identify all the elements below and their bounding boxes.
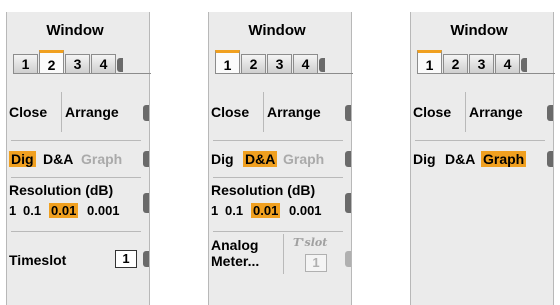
tab-scroll-icon[interactable] (319, 58, 325, 72)
row-edge-icon (143, 251, 149, 267)
mode-da-button[interactable]: D&A (43, 151, 73, 167)
tab-scroll-icon[interactable] (117, 58, 123, 72)
tab-2[interactable]: 2 (241, 54, 266, 74)
action-divider (61, 92, 62, 132)
divider (415, 140, 545, 141)
tab-2[interactable]: 2 (443, 54, 468, 74)
analog-meter-line2: Meter... (211, 253, 260, 269)
panel-title: Window (450, 22, 508, 39)
tab-4[interactable]: 4 (293, 54, 318, 74)
mode-graph-button[interactable]: Graph (283, 151, 324, 167)
row-edge-icon (547, 151, 553, 167)
resolution-0.01-button[interactable]: 0.01 (251, 203, 281, 218)
resolution-0.001-button[interactable]: 0.001 (289, 203, 322, 218)
meter-divider (283, 234, 284, 274)
arrange-button[interactable]: Arrange (469, 104, 523, 120)
window-panel-1: Window 1 2 3 4 Close Arrange Dig D&A Gra… (6, 12, 151, 305)
tslot-label: T'slot (293, 236, 328, 249)
mode-da-button[interactable]: D&A (445, 151, 475, 167)
resolution-0.1-button[interactable]: 0.1 (225, 203, 243, 218)
tab-1[interactable]: 1 (417, 50, 442, 74)
tab-2[interactable]: 2 (39, 50, 64, 74)
mode-graph-button[interactable]: Graph (481, 151, 527, 167)
mode-da-button[interactable]: D&A (243, 151, 278, 167)
panel-title: Window (248, 22, 306, 39)
tab-3[interactable]: 3 (65, 54, 90, 74)
resolution-0.01-button[interactable]: 0.01 (49, 203, 79, 218)
resolution-0.1-button[interactable]: 0.1 (23, 203, 41, 218)
tab-3[interactable]: 3 (267, 54, 292, 74)
tab-4[interactable]: 4 (495, 54, 520, 74)
tab-1[interactable]: 1 (215, 50, 240, 74)
action-divider (263, 92, 264, 132)
window-panel-2: Window 1 2 3 4 Close Arrange Dig D&A Gra… (208, 12, 353, 305)
mode-dig-button[interactable]: Dig (9, 151, 36, 167)
divider (11, 140, 141, 141)
close-button[interactable]: Close (413, 104, 451, 120)
action-divider (465, 92, 466, 132)
divider (213, 140, 343, 141)
mode-graph-button[interactable]: Graph (81, 151, 122, 167)
row-edge-icon (143, 105, 149, 121)
row-edge-icon (345, 251, 351, 267)
timeslot-label: Timeslot (9, 252, 67, 268)
row-edge-icon (547, 105, 553, 121)
arrange-button[interactable]: Arrange (267, 104, 321, 120)
tslot-field: 1 (305, 254, 327, 272)
row-edge-icon (345, 105, 351, 121)
row-edge-icon (143, 193, 149, 213)
tab-scroll-icon[interactable] (521, 58, 527, 72)
divider (11, 177, 141, 178)
resolution-0.001-button[interactable]: 0.001 (87, 203, 120, 218)
resolution-title: Resolution (dB) (9, 182, 114, 198)
tab-bar: 1 2 3 4 (417, 50, 555, 76)
close-button[interactable]: Close (9, 104, 47, 120)
close-button[interactable]: Close (211, 104, 249, 120)
window-panel-3: Window 1 2 3 4 Close Arrange Dig D&A Gra… (410, 12, 555, 305)
mode-dig-button[interactable]: Dig (413, 151, 436, 167)
tab-4[interactable]: 4 (91, 54, 116, 74)
resolution-title: Resolution (dB) (211, 182, 316, 198)
divider (11, 231, 141, 232)
mode-dig-button[interactable]: Dig (211, 151, 234, 167)
resolution-1-button[interactable]: 1 (211, 203, 218, 218)
analog-meter-button[interactable]: Analog Meter... (211, 237, 259, 269)
row-edge-icon (143, 151, 149, 167)
tab-3[interactable]: 3 (469, 54, 494, 74)
resolution-1-button[interactable]: 1 (9, 203, 16, 218)
row-edge-icon (345, 151, 351, 167)
timeslot-field[interactable]: 1 (115, 250, 137, 268)
tab-bar: 1 2 3 4 (13, 50, 151, 76)
tab-bar: 1 2 3 4 (215, 50, 353, 76)
divider (213, 177, 343, 178)
row-edge-icon (345, 193, 351, 213)
tab-1[interactable]: 1 (13, 54, 38, 74)
analog-meter-line1: Analog (211, 237, 259, 253)
arrange-button[interactable]: Arrange (65, 104, 119, 120)
panel-title: Window (46, 22, 104, 39)
divider (213, 231, 343, 232)
